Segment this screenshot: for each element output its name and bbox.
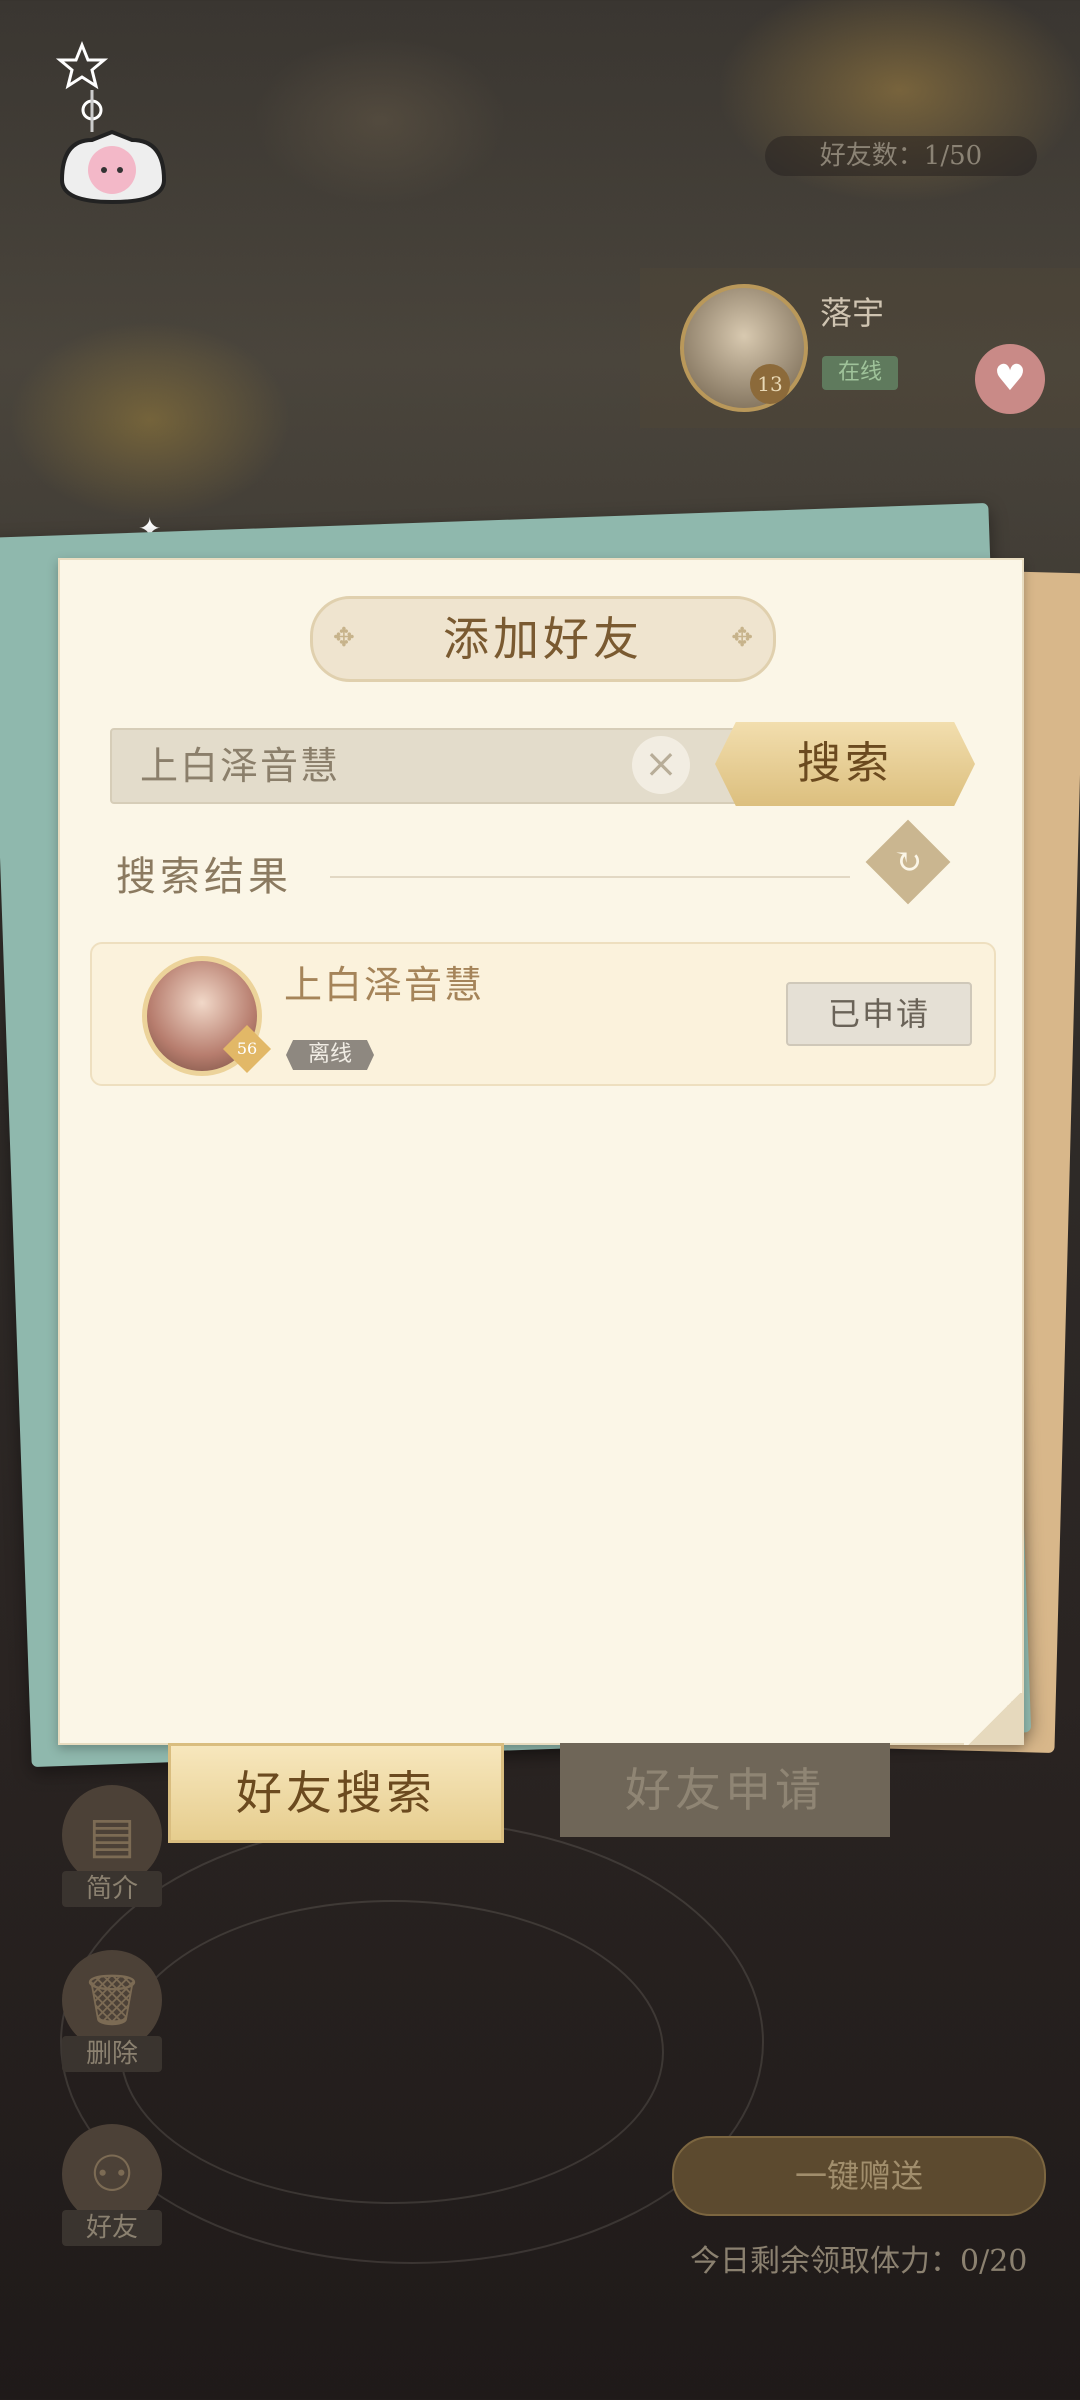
add-friend-dialog: ✥ 添加好友 ✥ 上白泽音慧 × 搜索 搜索结果 ↻ 56 上白泽音慧 离线 已… xyxy=(58,558,1024,1745)
ornament-icon: ✥ xyxy=(333,623,355,653)
side-button-profile[interactable]: ▤ 简介 xyxy=(58,1785,166,1907)
page-fold xyxy=(964,1693,1024,1745)
side-button-friend[interactable]: ⚇ 好友 xyxy=(58,2124,166,2246)
status-badge: 在线 xyxy=(822,356,899,390)
profile-card-icon: ▤ xyxy=(62,1785,162,1885)
search-input-value[interactable]: 上白泽音慧 xyxy=(140,730,340,802)
search-button[interactable]: 搜索 xyxy=(715,722,975,806)
tab-friend-requests[interactable]: 好友申请 xyxy=(560,1743,890,1837)
status-badge: 离线 xyxy=(286,1040,375,1070)
list-item[interactable]: 56 上白泽音慧 离线 已申请 xyxy=(90,942,996,1086)
heart-icon: ♥ xyxy=(993,358,1027,399)
close-icon: × xyxy=(644,741,678,787)
tab-friend-search[interactable]: 好友搜索 xyxy=(168,1743,504,1843)
add-friend-icon: ⚇ xyxy=(62,2124,162,2224)
ornament-icon: ✥ xyxy=(731,623,753,653)
clear-search-button[interactable]: × xyxy=(632,736,690,794)
side-button-label: 简介 xyxy=(62,1871,162,1907)
dialog-title: 添加好友 xyxy=(443,612,643,666)
keychain-charm-icon[interactable] xyxy=(52,40,172,210)
friend-name: 落宇 xyxy=(820,294,885,332)
result-name: 上白泽音慧 xyxy=(284,963,485,1007)
gift-all-button[interactable]: 一键赠送 xyxy=(672,2136,1046,2216)
level-badge: 13 xyxy=(750,364,790,404)
stamina-text: 今日剩余领取体力：0/20 xyxy=(690,2244,1028,2279)
send-heart-button[interactable]: ♥ xyxy=(975,344,1045,414)
side-button-delete[interactable]: 🗑 删除 xyxy=(58,1950,166,2072)
avatar[interactable] xyxy=(680,284,808,412)
friend-count: 好友数：1/50 xyxy=(765,136,1037,176)
search-input[interactable]: 上白泽音慧 × xyxy=(110,728,794,804)
side-button-label: 删除 xyxy=(62,2036,162,2072)
refresh-icon: ↻ xyxy=(893,842,923,882)
divider xyxy=(330,876,850,878)
level-badge: 56 xyxy=(222,1024,272,1074)
friend-card[interactable]: 13 落宇 在线 ♥ xyxy=(640,268,1080,428)
applied-button[interactable]: 已申请 xyxy=(786,982,972,1046)
refresh-button[interactable]: ↻ xyxy=(865,819,951,905)
results-label: 搜索结果 xyxy=(116,854,292,900)
side-button-label: 好友 xyxy=(62,2210,162,2246)
trash-icon: 🗑 xyxy=(62,1950,162,2050)
dialog-title-plaque: ✥ 添加好友 ✥ xyxy=(310,596,776,682)
